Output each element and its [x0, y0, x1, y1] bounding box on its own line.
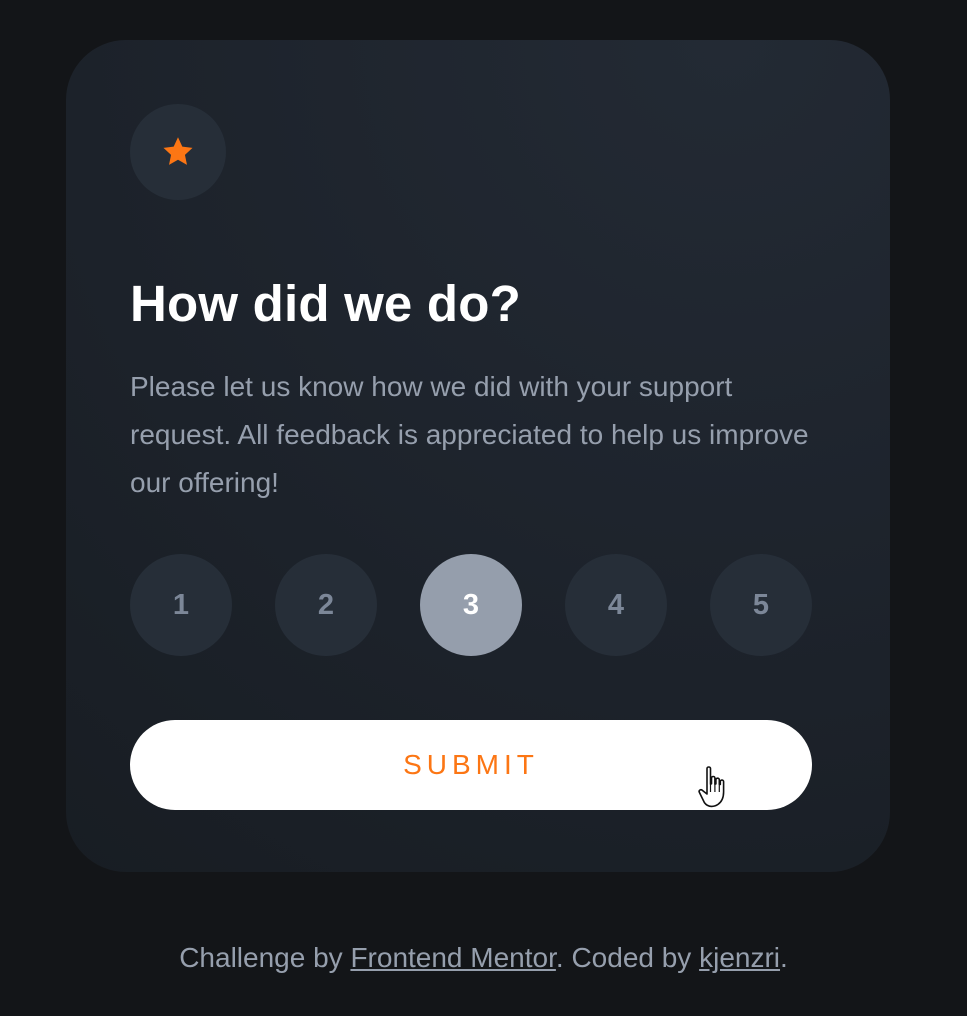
description-text: Please let us know how we did with your …: [130, 371, 809, 498]
frontend-mentor-link[interactable]: Frontend Mentor: [350, 942, 555, 973]
page-title: How did we do?: [130, 275, 521, 332]
rating-option-2[interactable]: 2: [275, 554, 377, 656]
rating-option-1[interactable]: 1: [130, 554, 232, 656]
footer-attribution: Challenge by Frontend Mentor. Coded by k…: [0, 938, 967, 978]
rating-card: How did we do? Please let us know how we…: [66, 40, 890, 872]
rating-option-5[interactable]: 5: [710, 554, 812, 656]
footer-suffix: .: [780, 942, 788, 973]
rating-options: 1 2 3 4 5: [130, 554, 812, 656]
rating-option-3[interactable]: 3: [420, 554, 522, 656]
footer-prefix: Challenge by: [179, 942, 351, 973]
author-link[interactable]: kjenzri: [699, 942, 780, 973]
footer-middle: . Coded by: [555, 942, 700, 973]
star-icon: [163, 137, 193, 165]
star-badge: [130, 104, 226, 200]
hand-cursor-icon: [698, 766, 725, 808]
rating-option-4[interactable]: 4: [565, 554, 667, 656]
